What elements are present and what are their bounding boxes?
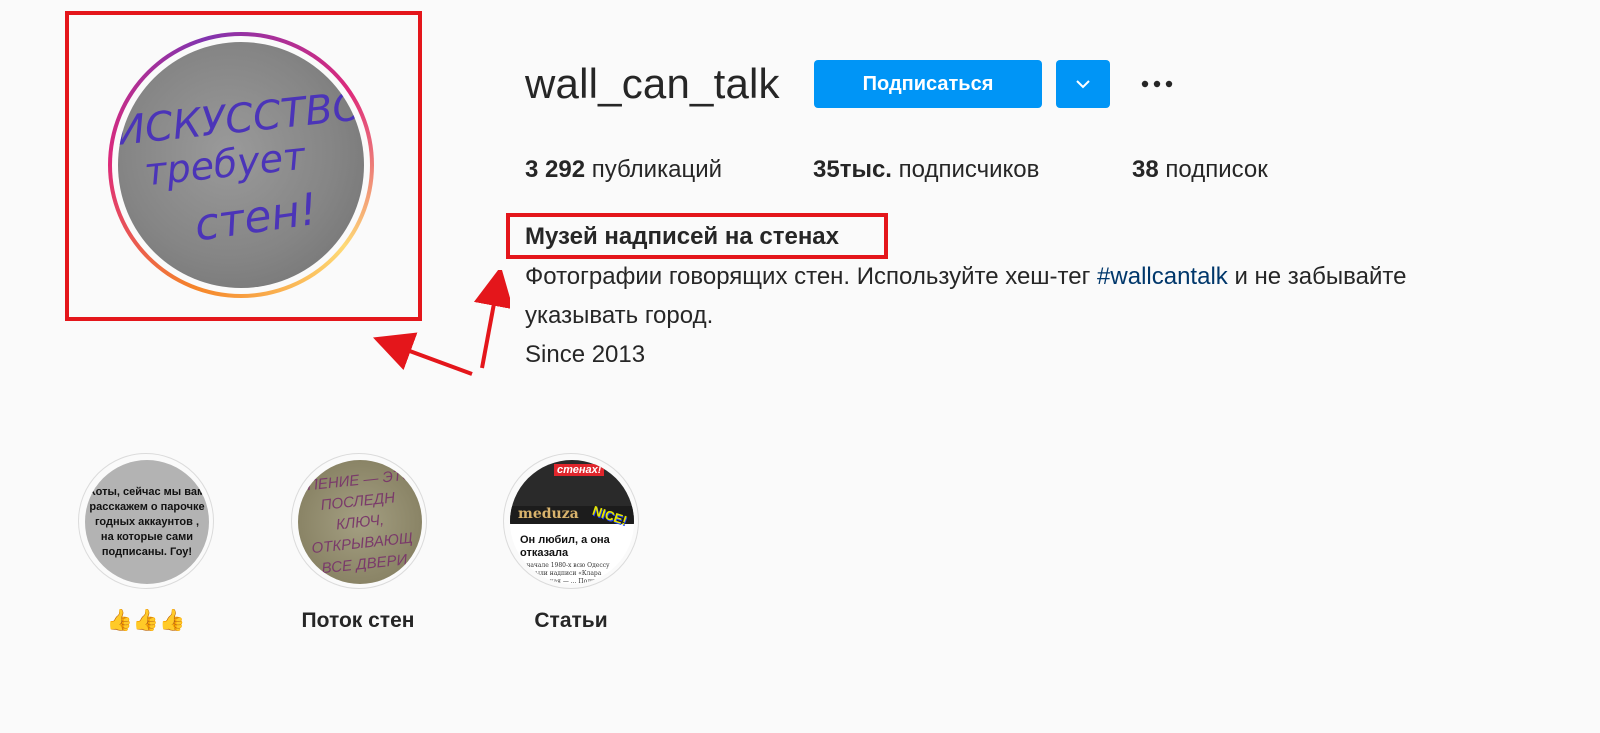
- highlight-1-cover-text: Коты, сейчас мы вам расскажем о парочке …: [88, 485, 206, 558]
- profile-username: wall_can_talk: [525, 60, 780, 107]
- bio-full-name: Музей надписей на стенах: [525, 223, 840, 250]
- highlight-3[interactable]: стенах! meduza NICE! Он любил, а она отк…: [503, 453, 639, 589]
- highlight-2-cover: ЗПЕНИЕ — ЭТО ПОСЛЕДН КЛЮЧ, ОТКРЫВАЮЩ ВСЕ…: [298, 460, 422, 584]
- stat-followers[interactable]: 35тыс. подписчиков: [813, 156, 1039, 184]
- highlight-3-cover-brand: meduza: [518, 506, 579, 522]
- more-options-icon: [1141, 80, 1173, 88]
- chevron-down-icon: [1076, 80, 1090, 89]
- bio-hashtag-link[interactable]: #wallcantalk: [1097, 263, 1228, 290]
- following-label: подписок: [1165, 156, 1268, 183]
- posts-label: публикаций: [591, 156, 723, 183]
- bio-since: Since 2013: [525, 341, 646, 368]
- stat-posts: 3 292 публикаций: [525, 156, 722, 184]
- highlight-1-label[interactable]: 👍👍👍: [46, 609, 246, 633]
- followers-label: подписчиков: [898, 156, 1040, 183]
- annotation-arrow: [372, 270, 510, 376]
- bio-text-start: Фотографии говорящих стен. Используйте х…: [525, 263, 1098, 290]
- highlight-3-label[interactable]: Статьи: [471, 609, 671, 633]
- follow-button[interactable]: Подписаться: [814, 60, 1042, 108]
- highlight-3-cover-sticker: стенах!: [554, 464, 605, 476]
- followers-count: 35тыс.: [813, 156, 892, 183]
- highlight-1[interactable]: Коты, сейчас мы вам расскажем о парочке …: [78, 453, 214, 589]
- suggested-accounts-button[interactable]: [1056, 60, 1110, 108]
- more-options-button[interactable]: [1136, 70, 1178, 98]
- highlight-3-cover-headline: Он любил, а она отказала: [520, 534, 610, 559]
- highlight-2-label[interactable]: Поток стен: [258, 609, 458, 633]
- highlight-2-cover-text: ЗПЕНИЕ — ЭТО ПОСЛЕДН КЛЮЧ, ОТКРЫВАЮЩ ВСЕ…: [298, 465, 415, 577]
- highlight-3-cover: стенах! meduza NICE! Он любил, а она отк…: [510, 460, 634, 584]
- highlight-2[interactable]: ЗПЕНИЕ — ЭТО ПОСЛЕДН КЛЮЧ, ОТКРЫВАЮЩ ВСЕ…: [291, 453, 427, 589]
- bio-description: Фотографии говорящих стен. Используйте х…: [525, 257, 1525, 374]
- highlight-1-cover: Коты, сейчас мы вам расскажем о парочке …: [85, 460, 209, 584]
- highlight-3-cover-small: В начале 1980-х всю Одессу покрыли надпи…: [520, 562, 625, 584]
- stat-following[interactable]: 38 подписок: [1132, 156, 1268, 184]
- following-count: 38: [1132, 156, 1159, 183]
- posts-count: 3 292: [525, 156, 586, 183]
